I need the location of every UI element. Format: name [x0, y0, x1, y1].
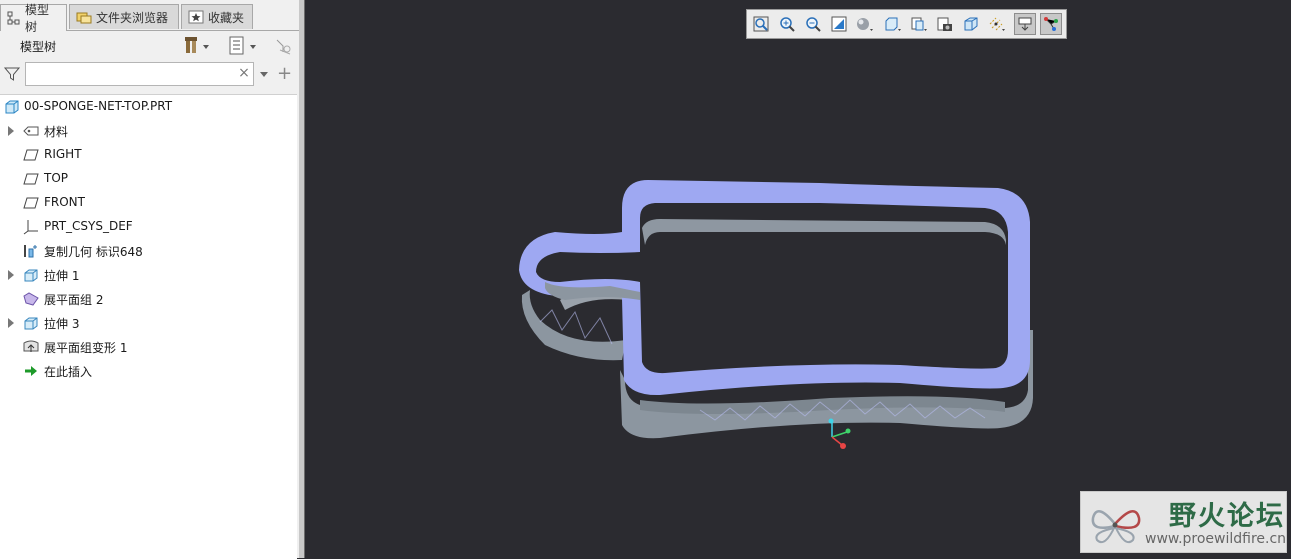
tree-item-material[interactable]: 材料	[0, 119, 297, 143]
tree-item-label: 在此插入	[44, 365, 93, 379]
column-visibility-icon	[276, 39, 291, 55]
settings-button[interactable]	[184, 36, 212, 56]
datum-plane-icon	[23, 149, 39, 161]
tree-filter-bar: × +	[0, 61, 299, 87]
flatten-quilt-icon	[23, 292, 39, 306]
tree-item-label: 复制几何 标识648	[44, 245, 143, 259]
clear-search-icon[interactable]: ×	[237, 65, 251, 81]
tab-folder-browser[interactable]: 文件夹浏览器	[69, 4, 179, 29]
datum-plane-icon	[23, 197, 39, 209]
tab-favorites[interactable]: 收藏夹	[181, 4, 253, 29]
filter-dropdown-icon[interactable]	[259, 71, 269, 79]
add-column-icon[interactable]: +	[277, 63, 292, 84]
panel-tabs: 模型树 文件夹浏览器 收藏夹	[0, 3, 299, 34]
tab-model-tree[interactable]: 模型树	[0, 3, 67, 34]
tree-item-extrude-3[interactable]: 拉伸 3	[0, 311, 297, 335]
tree-search-input[interactable]	[25, 62, 254, 86]
tree-item-label: 材料	[44, 125, 69, 139]
forum-logo-icon	[1091, 510, 1141, 544]
tree-item-label: 拉伸 3	[44, 317, 80, 331]
tree-item-label: 展平面组 2	[44, 293, 104, 307]
folder-browser-icon	[76, 12, 92, 24]
tree-item-extrude-1[interactable]: 拉伸 1	[0, 263, 297, 287]
tree-title: 模型树	[20, 40, 57, 54]
model-sponge-net-top[interactable]	[305, 0, 1291, 558]
watermark: 野火论坛 www.proewildfire.cn	[1080, 491, 1287, 553]
tree-item-copy-geometry[interactable]: 复制几何 标识648	[0, 239, 297, 263]
expand-arrow-icon[interactable]	[8, 126, 14, 136]
tree-item-insert-here[interactable]: 在此插入	[0, 359, 297, 383]
tree-item-label: RIGHT	[44, 147, 82, 161]
expand-arrow-icon[interactable]	[8, 318, 14, 328]
extrude-icon	[24, 317, 38, 330]
model-tree: 00-SPONGE-NET-TOP.PRT 材料 RIGHT TOP FRONT…	[0, 94, 297, 559]
expand-arrow-icon[interactable]	[8, 270, 14, 280]
model-tree-panel: 模型树 文件夹浏览器 收藏夹 模型树 × + 00-SPONGE-NET-TOP…	[0, 0, 300, 559]
show-options-button[interactable]	[228, 36, 258, 56]
filter-icon[interactable]	[4, 66, 20, 82]
tab-label: 模型树	[25, 3, 50, 34]
tree-item-csys[interactable]: PRT_CSYS_DEF	[0, 215, 297, 239]
insert-here-arrow-icon	[25, 366, 37, 376]
tab-label: 收藏夹	[208, 10, 245, 25]
tree-item-label: 展平面组变形 1	[44, 341, 128, 355]
tree-item-front[interactable]: FRONT	[0, 191, 297, 215]
model-tree-icon	[7, 11, 20, 25]
tree-toolbar: 模型树	[0, 34, 299, 60]
tree-item-flatten-deform[interactable]: 展平面组变形 1	[0, 335, 297, 359]
column-visibility-button[interactable]	[275, 36, 293, 56]
csys-icon	[23, 220, 38, 235]
copy-geometry-icon	[24, 245, 37, 258]
graphics-window[interactable]: 野火论坛 www.proewildfire.cn	[305, 0, 1291, 558]
extrude-icon	[24, 269, 38, 282]
tree-item-label: PRT_CSYS_DEF	[44, 219, 133, 233]
datum-plane-icon	[23, 173, 39, 185]
material-icon	[23, 126, 39, 136]
settings-icon	[185, 37, 209, 53]
coordinate-triad-icon	[828, 418, 851, 449]
tree-item-right[interactable]: RIGHT	[0, 143, 297, 167]
tree-item-label: FRONT	[44, 195, 85, 209]
part-icon	[5, 100, 19, 114]
show-options-icon	[229, 36, 256, 55]
tree-item-label: 拉伸 1	[44, 269, 80, 283]
tree-item-label: 00-SPONGE-NET-TOP.PRT	[24, 99, 173, 113]
watermark-title: 野火论坛	[1169, 501, 1285, 532]
tree-item-flatten-quilt[interactable]: 展平面组 2	[0, 287, 297, 311]
tree-item-top[interactable]: TOP	[0, 167, 297, 191]
tree-root[interactable]: 00-SPONGE-NET-TOP.PRT	[0, 95, 297, 119]
tree-item-label: TOP	[44, 171, 69, 185]
tab-label: 文件夹浏览器	[96, 10, 169, 25]
flatten-deform-icon	[23, 340, 39, 352]
favorites-icon	[188, 10, 204, 24]
watermark-url: www.proewildfire.cn	[1145, 531, 1287, 547]
